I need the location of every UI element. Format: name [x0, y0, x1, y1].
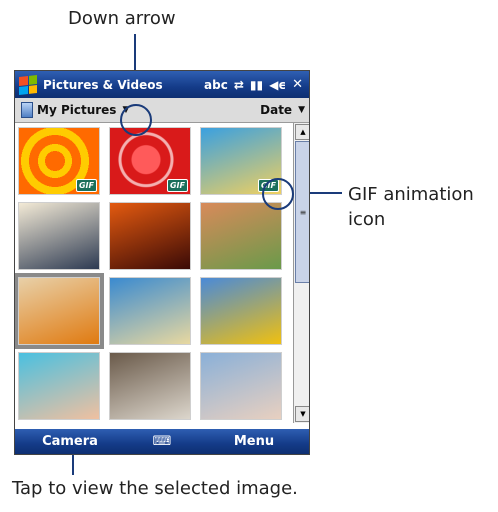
vertical-scrollbar[interactable]: ▲ ≡ ▼ — [293, 123, 309, 423]
signal-icon[interactable]: ▮▮ — [250, 78, 263, 92]
tap-callout: Tap to view the selected image. — [12, 478, 298, 499]
thumbnail-sunflowers[interactable] — [200, 277, 282, 345]
camera-softkey[interactable]: Camera — [15, 434, 125, 449]
thumbnail-mother-child[interactable] — [200, 202, 282, 270]
tap-leader — [72, 455, 74, 475]
scroll-up-icon[interactable]: ▲ — [295, 124, 309, 140]
down-arrow-highlight — [120, 104, 152, 136]
windows-start-icon[interactable] — [19, 74, 37, 95]
gif-animation-icon: GIF — [75, 179, 97, 192]
thumbnail-husky-dog[interactable] — [109, 352, 191, 420]
gif-icon-highlight — [262, 178, 294, 210]
device-screen: Pictures & Videos abc ⇄ ▮▮ ◀ϵ ✕ My Pictu… — [14, 70, 310, 455]
menu-softkey[interactable]: Menu — [199, 434, 309, 449]
down-arrow-callout: Down arrow — [68, 8, 176, 29]
sort-chevron-down-icon: ▼ — [298, 105, 305, 115]
title-bar: Pictures & Videos abc ⇄ ▮▮ ◀ϵ ✕ — [15, 71, 309, 98]
toolbar: My Pictures ▼ Date ▼ — [15, 98, 309, 123]
scroll-down-icon[interactable]: ▼ — [295, 406, 309, 422]
gif-icon-callout: GIF animation icon — [348, 184, 474, 230]
thumbnail-mountain-lake[interactable] — [18, 202, 100, 270]
sort-label: Date — [260, 103, 293, 117]
thumbnail-beach-palms[interactable] — [109, 277, 191, 345]
close-icon[interactable]: ✕ — [292, 77, 303, 92]
app-title: Pictures & Videos — [43, 77, 163, 92]
input-abc-icon[interactable]: abc — [204, 78, 228, 92]
volume-icon[interactable]: ◀ϵ — [269, 78, 286, 92]
thumbnail-red-heart[interactable]: GIF — [109, 127, 191, 195]
thumbnail-grid: GIF GIF GIF — [15, 123, 293, 423]
keyboard-icon[interactable]: ⌨ — [125, 434, 199, 449]
folder-icon — [21, 102, 33, 118]
thumbnail-elderly-couple[interactable] — [200, 352, 282, 420]
thumbnail-target-rings[interactable]: GIF — [18, 127, 100, 195]
softkey-bar: Camera ⌨ Menu — [15, 429, 309, 454]
folder-dropdown[interactable]: My Pictures — [37, 103, 116, 117]
thumbnail-snorkel-couple[interactable] — [18, 352, 100, 420]
scroll-thumb[interactable]: ≡ — [295, 141, 309, 283]
thumbnail-butterfly[interactable] — [15, 273, 104, 349]
sort-dropdown[interactable]: Date ▼ — [260, 103, 305, 117]
gif-animation-icon: GIF — [166, 179, 188, 192]
connectivity-icon[interactable]: ⇄ — [234, 78, 244, 92]
thumbnail-desert-sunset[interactable] — [109, 202, 191, 270]
